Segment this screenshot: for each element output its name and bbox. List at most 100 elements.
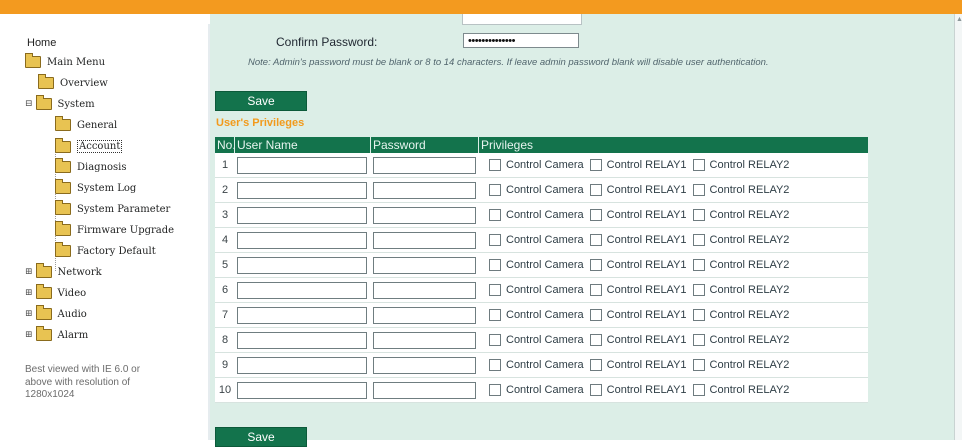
password-input[interactable]	[373, 206, 476, 224]
sidebar-item-general[interactable]: General	[55, 116, 117, 131]
sidebar-item-account[interactable]: Account	[55, 137, 123, 153]
control-relay1-checkbox[interactable]	[589, 209, 602, 221]
password-input[interactable]	[373, 306, 476, 324]
sidebar-item-firmware-upgrade[interactable]: Firmware Upgrade	[55, 221, 174, 236]
control-relay2-checkbox[interactable]	[692, 359, 705, 371]
password-input[interactable]	[373, 181, 476, 199]
password-cell	[371, 381, 479, 399]
folder-icon	[55, 179, 71, 194]
control-camera-checkbox[interactable]	[489, 359, 501, 371]
password-input[interactable]	[373, 331, 476, 349]
sidebar-item-overview[interactable]: Overview	[38, 74, 108, 89]
control-camera-checkbox[interactable]	[489, 209, 501, 221]
sidebar-item-diagnosis[interactable]: Diagnosis	[55, 158, 127, 173]
home-link[interactable]: Home	[27, 37, 56, 49]
control-camera-checkbox[interactable]	[489, 234, 501, 246]
user-name-input[interactable]	[237, 381, 367, 399]
password-input[interactable]	[373, 156, 476, 174]
save-button[interactable]: Save	[215, 91, 307, 111]
control-relay1-checkbox[interactable]	[589, 159, 602, 171]
control-relay2-checkbox[interactable]	[692, 334, 705, 346]
folder-icon	[55, 158, 71, 173]
table-row: 4 Control Camera Control RELAY1 Control …	[215, 228, 868, 253]
vertical-scrollbar[interactable]: ▲	[954, 14, 962, 440]
expand-plus-icon: ⊞	[25, 330, 33, 340]
folder-icon	[35, 305, 52, 320]
confirm-password-input[interactable]: ••••••••••••••	[463, 33, 579, 48]
user-name-input[interactable]	[237, 206, 367, 224]
control-relay1-label: Control RELAY1	[606, 309, 687, 321]
control-relay2-checkbox[interactable]	[692, 184, 705, 196]
scroll-up-arrow-icon[interactable]: ▲	[956, 16, 962, 23]
column-password: Password	[371, 137, 479, 153]
control-relay2-checkbox[interactable]	[692, 234, 705, 246]
control-relay2-checkbox[interactable]	[692, 384, 705, 396]
user-name-input[interactable]	[237, 231, 367, 249]
password-cell	[371, 206, 479, 224]
control-relay2-label: Control RELAY2	[709, 359, 790, 371]
privileges-cell: Control Camera Control RELAY1 Control RE…	[479, 259, 868, 271]
control-relay2-checkbox[interactable]	[692, 309, 705, 321]
control-camera-checkbox[interactable]	[489, 259, 501, 271]
sidebar-item-system[interactable]: ⊟ System	[25, 95, 95, 110]
control-camera-checkbox[interactable]	[489, 184, 501, 196]
row-number: 8	[221, 334, 229, 346]
password-input[interactable]	[373, 281, 476, 299]
table-row: 6 Control Camera Control RELAY1 Control …	[215, 278, 868, 303]
user-name-cell	[235, 356, 371, 374]
row-number: 5	[221, 259, 229, 271]
control-relay1-checkbox[interactable]	[589, 259, 602, 271]
password-cell	[371, 231, 479, 249]
control-relay1-checkbox[interactable]	[589, 359, 602, 371]
privileges-cell: Control Camera Control RELAY1 Control RE…	[479, 359, 868, 371]
user-name-input[interactable]	[237, 156, 367, 174]
control-relay1-label: Control RELAY1	[606, 359, 687, 371]
user-name-input[interactable]	[237, 256, 367, 274]
sidebar-item-factory-default[interactable]: Factory Default	[55, 242, 156, 257]
control-camera-checkbox[interactable]	[489, 334, 501, 346]
control-relay1-checkbox[interactable]	[589, 334, 602, 346]
control-relay1-checkbox[interactable]	[589, 234, 602, 246]
control-camera-checkbox[interactable]	[489, 284, 501, 296]
user-name-input[interactable]	[237, 181, 367, 199]
user-name-cell	[235, 206, 371, 224]
folder-icon	[55, 221, 71, 236]
control-relay2-checkbox[interactable]	[692, 259, 705, 271]
control-relay1-checkbox[interactable]	[589, 284, 602, 296]
control-camera-checkbox[interactable]	[489, 384, 501, 396]
password-cell	[371, 306, 479, 324]
user-name-input[interactable]	[237, 356, 367, 374]
expand-minus-icon: ⊟	[25, 99, 33, 109]
sidebar-item-system-log[interactable]: System Log	[55, 179, 136, 194]
sidebar-item-system-parameter[interactable]: System Parameter	[55, 200, 170, 215]
password-input[interactable]	[373, 256, 476, 274]
control-relay1-checkbox[interactable]	[589, 384, 602, 396]
password-input[interactable]	[373, 231, 476, 249]
control-camera-checkbox[interactable]	[489, 309, 501, 321]
control-relay1-checkbox[interactable]	[589, 184, 602, 196]
user-name-input[interactable]	[237, 331, 367, 349]
password-input[interactable]	[373, 381, 476, 399]
main-menu-item[interactable]: Main Menu	[25, 53, 105, 68]
control-relay1-label: Control RELAY1	[606, 334, 687, 346]
control-relay2-checkbox[interactable]	[692, 284, 705, 296]
users-table: No. User Name Password Privileges 1 Cont…	[215, 137, 868, 403]
control-relay2-checkbox[interactable]	[692, 209, 705, 221]
control-camera-checkbox[interactable]	[489, 159, 501, 171]
save-button[interactable]: Save	[215, 427, 307, 447]
browser-note: Best viewed with IE 6.0 or above with re…	[25, 364, 141, 400]
control-camera-label: Control Camera	[506, 209, 584, 221]
sidebar-item-video[interactable]: ⊞ Video	[25, 284, 86, 299]
privileges-cell: Control Camera Control RELAY1 Control RE…	[479, 234, 868, 246]
control-relay2-checkbox[interactable]	[692, 159, 705, 171]
sidebar-item-network[interactable]: ⊞ Network	[25, 263, 102, 278]
password-input[interactable]	[373, 356, 476, 374]
admin-password-input[interactable]	[462, 14, 582, 25]
sidebar-item-audio[interactable]: ⊞ Audio	[25, 305, 87, 320]
table-row: 2 Control Camera Control RELAY1 Control …	[215, 178, 868, 203]
control-relay1-label: Control RELAY1	[606, 184, 687, 196]
user-name-input[interactable]	[237, 306, 367, 324]
sidebar-item-alarm[interactable]: ⊞ Alarm	[25, 326, 88, 341]
user-name-input[interactable]	[237, 281, 367, 299]
control-relay1-checkbox[interactable]	[589, 309, 602, 321]
